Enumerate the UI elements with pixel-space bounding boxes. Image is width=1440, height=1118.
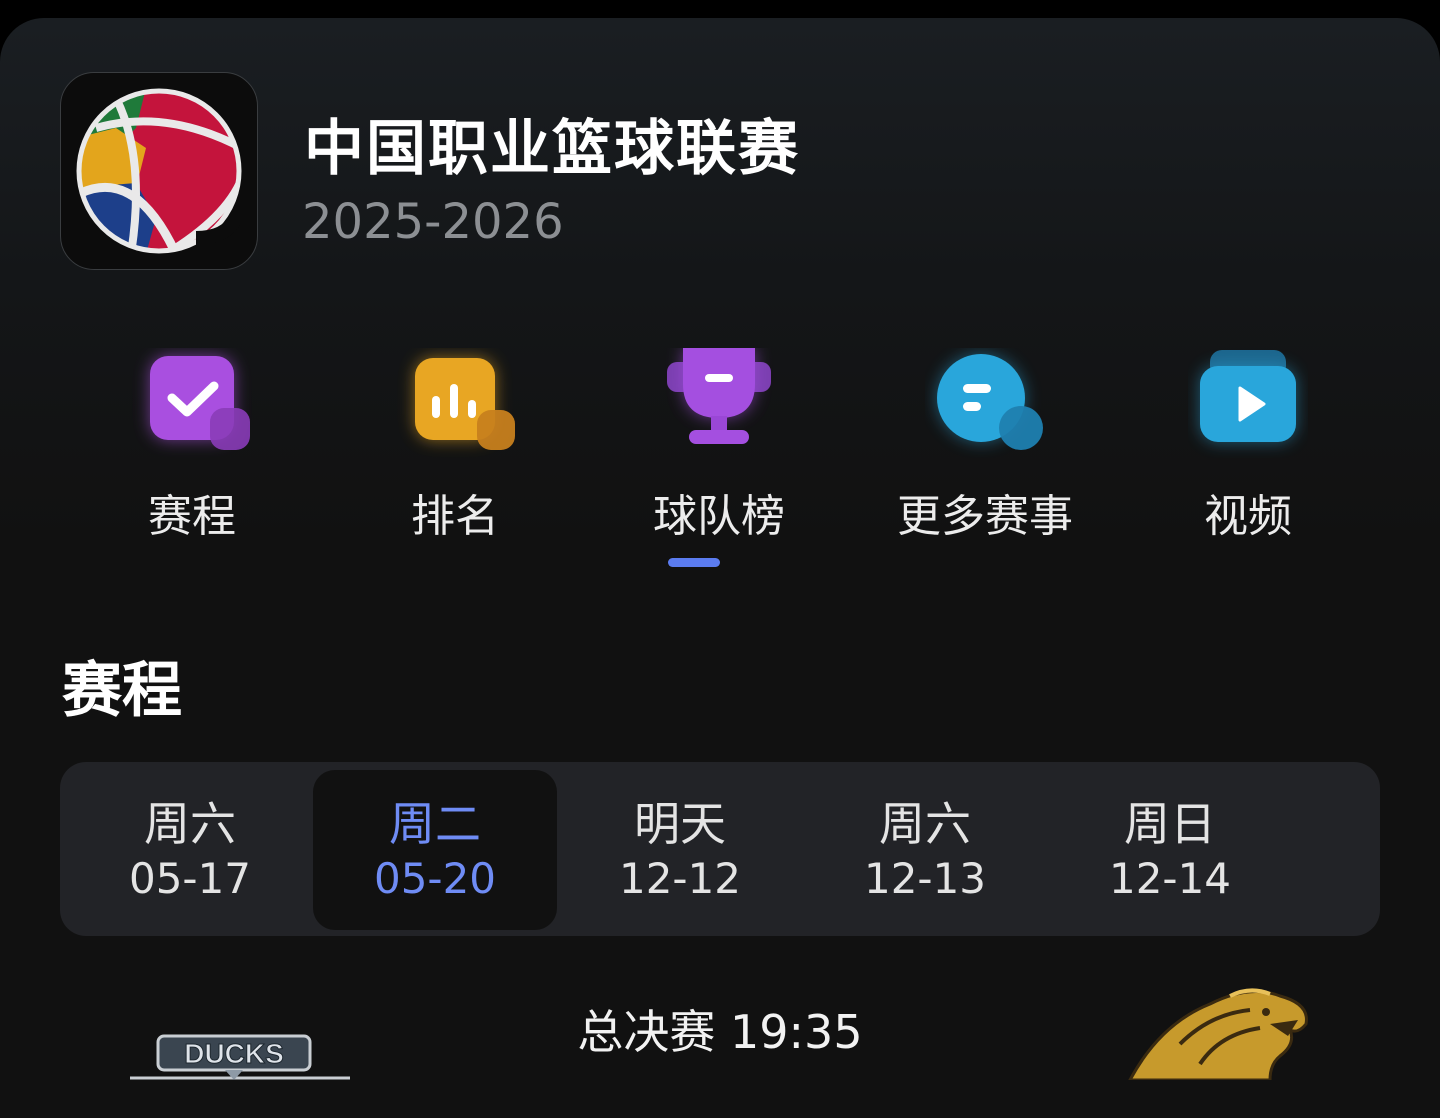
nav-item-video[interactable]: 视频 bbox=[1128, 348, 1368, 548]
schedule-check-icon bbox=[132, 348, 252, 458]
nav-item-schedule[interactable]: 赛程 bbox=[72, 348, 312, 548]
home-team-logo[interactable]: DUCKS bbox=[130, 1032, 350, 1080]
date-selector[interactable]: 周六 05-17 周二 05-20 明天 12-12 周六 12-13 周日 1… bbox=[60, 762, 1380, 936]
date-value: 12-12 bbox=[618, 854, 742, 903]
date-value: 12-14 bbox=[1108, 854, 1232, 903]
league-title: 中国职业篮球联赛 bbox=[304, 114, 800, 184]
date-day-label: 明天 bbox=[634, 797, 726, 851]
active-tab-indicator bbox=[668, 558, 720, 567]
section-title-schedule: 赛程 bbox=[62, 656, 182, 726]
date-value: 05-20 bbox=[373, 854, 497, 903]
home-team-logo-text: DUCKS bbox=[184, 1038, 284, 1069]
date-item[interactable]: 周 1 bbox=[1293, 770, 1380, 930]
nav-item-team-rank[interactable]: 球队榜 bbox=[599, 348, 839, 548]
date-item[interactable]: 周六 05-17 bbox=[68, 770, 312, 930]
league-logo bbox=[60, 72, 258, 270]
league-sheet: 中国职业篮球联赛 2025-2026 赛程 排名 球队榜 更多赛事 视频 赛程 … bbox=[0, 18, 1440, 1118]
nav-label-team-rank: 球队榜 bbox=[653, 491, 785, 542]
video-play-icon bbox=[1188, 348, 1308, 458]
date-day-label: 周日 bbox=[1124, 797, 1216, 851]
date-item[interactable]: 周日 12-14 bbox=[1048, 770, 1292, 930]
date-day-label: 周二 bbox=[389, 797, 481, 851]
chat-bubble-icon bbox=[925, 348, 1045, 458]
nav-label-schedule: 赛程 bbox=[148, 491, 236, 542]
nav-label-video: 视频 bbox=[1204, 491, 1292, 542]
nav-label-more-events: 更多赛事 bbox=[897, 491, 1073, 542]
date-day-label: 周六 bbox=[879, 797, 971, 851]
league-season: 2025-2026 bbox=[302, 194, 564, 250]
nav-item-more-events[interactable]: 更多赛事 bbox=[865, 348, 1105, 548]
ranking-chart-icon bbox=[395, 348, 515, 458]
date-item-selected[interactable]: 周二 05-20 bbox=[313, 770, 557, 930]
trophy-icon bbox=[659, 348, 779, 458]
date-item[interactable]: 明天 12-12 bbox=[558, 770, 802, 930]
away-team-logo[interactable] bbox=[1120, 984, 1320, 1080]
date-day-label: 周六 bbox=[144, 797, 236, 851]
date-value: 12-13 bbox=[863, 854, 987, 903]
date-value: 05-17 bbox=[128, 854, 252, 903]
nav-label-ranking: 排名 bbox=[411, 491, 499, 542]
nav-item-ranking[interactable]: 排名 bbox=[335, 348, 575, 548]
date-item[interactable]: 周六 12-13 bbox=[803, 770, 1047, 930]
basketball-logo-icon bbox=[76, 88, 242, 254]
